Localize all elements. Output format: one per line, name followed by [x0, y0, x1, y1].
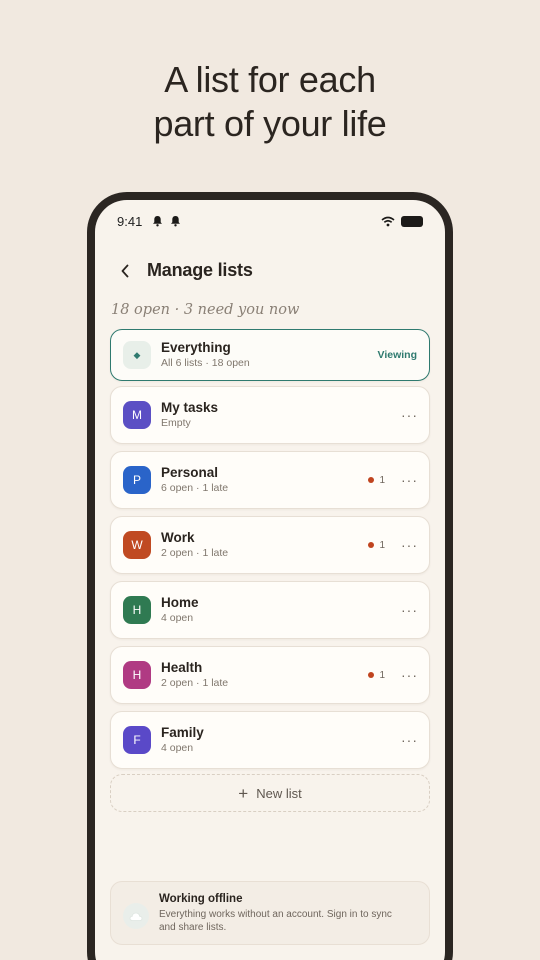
late-count: 1 [379, 539, 385, 551]
late-count: 1 [379, 474, 385, 486]
new-list-button[interactable]: + New list [110, 774, 430, 812]
list-name: Health [161, 660, 203, 675]
headline: A list for each part of your life [0, 58, 540, 146]
wifi-icon [381, 216, 395, 226]
late-count: 1 [379, 669, 385, 681]
list-card-work[interactable]: W Work 2 open · 1 late 1 ··· [110, 516, 430, 574]
late-dot-icon [368, 672, 375, 678]
late-badge: 1 [368, 670, 385, 681]
page-title: Manage lists [147, 260, 253, 280]
more-options-icon[interactable]: ··· [401, 537, 417, 553]
phone-frame: 9:41 Manage lists 18 open · 3 need you n… [87, 192, 453, 960]
everything-icon: ◆ [123, 341, 151, 369]
list-meta: 2 open · 1 late [161, 547, 229, 559]
list-name: Work [161, 530, 195, 545]
more-options-icon[interactable]: ··· [401, 667, 417, 683]
cloud-icon [123, 903, 149, 929]
list-name: My tasks [161, 400, 219, 415]
viewing-badge: Viewing [377, 349, 417, 361]
more-options-icon[interactable]: ··· [401, 407, 417, 423]
headline-line-2: part of your life [153, 103, 387, 144]
list-card-health[interactable]: H Health 2 open · 1 late 1 ··· [110, 646, 430, 704]
list-meta: 6 open · 1 late [161, 482, 229, 494]
list-card-personal[interactable]: P Personal 6 open · 1 late 1 ··· [110, 451, 430, 509]
more-options-icon[interactable]: ··· [401, 732, 417, 748]
plus-icon: + [238, 783, 249, 803]
new-list-label: New list [256, 785, 302, 801]
list-meta: Empty [161, 417, 191, 429]
list-card-my-tasks[interactable]: M My tasks Empty ··· [110, 386, 430, 444]
list-meta: 4 open [161, 612, 194, 624]
list-name: Home [161, 595, 199, 610]
list-name: Everything [161, 340, 231, 355]
nav-bar: Manage lists [117, 260, 253, 281]
list-name: Family [161, 725, 204, 740]
list-card-family[interactable]: F Family 4 open ··· [110, 711, 430, 769]
bell-icon [171, 216, 181, 227]
headline-line-1: A list for each [164, 59, 376, 100]
list-card-home[interactable]: H Home 4 open ··· [110, 581, 430, 639]
list-avatar: P [123, 466, 151, 494]
offline-description: Everything works without an account. Sig… [159, 909, 392, 933]
status-time: 9:41 [117, 213, 143, 229]
late-badge: 1 [368, 540, 385, 551]
page-subtitle: 18 open · 3 need you now [111, 302, 300, 318]
phone-screen: 9:41 Manage lists 18 open · 3 need you n… [95, 200, 445, 960]
list-meta: 4 open [161, 742, 194, 754]
offline-title: Working offline [159, 893, 243, 905]
chevron-left-icon[interactable] [117, 263, 133, 279]
bell-icon [153, 216, 163, 227]
offline-notice: Working offline Everything works without… [110, 881, 430, 945]
list-avatar: W [123, 531, 151, 559]
late-dot-icon [368, 542, 375, 548]
more-options-icon[interactable]: ··· [401, 602, 417, 618]
more-options-icon[interactable]: ··· [401, 472, 417, 488]
list-avatar: H [123, 661, 151, 689]
list-meta: All 6 lists · 18 open [161, 357, 250, 369]
list-avatar: H [123, 596, 151, 624]
list-name: Personal [161, 465, 219, 480]
list-card-everything[interactable]: ◆ Everything All 6 lists · 18 open Viewi… [110, 329, 430, 381]
late-dot-icon [368, 477, 375, 483]
list-avatar: M [123, 401, 151, 429]
list-meta: 2 open · 1 late [161, 677, 229, 689]
battery-icon [401, 215, 423, 227]
status-bar: 9:41 [95, 200, 445, 242]
list-avatar: F [123, 726, 151, 754]
late-badge: 1 [368, 475, 385, 486]
